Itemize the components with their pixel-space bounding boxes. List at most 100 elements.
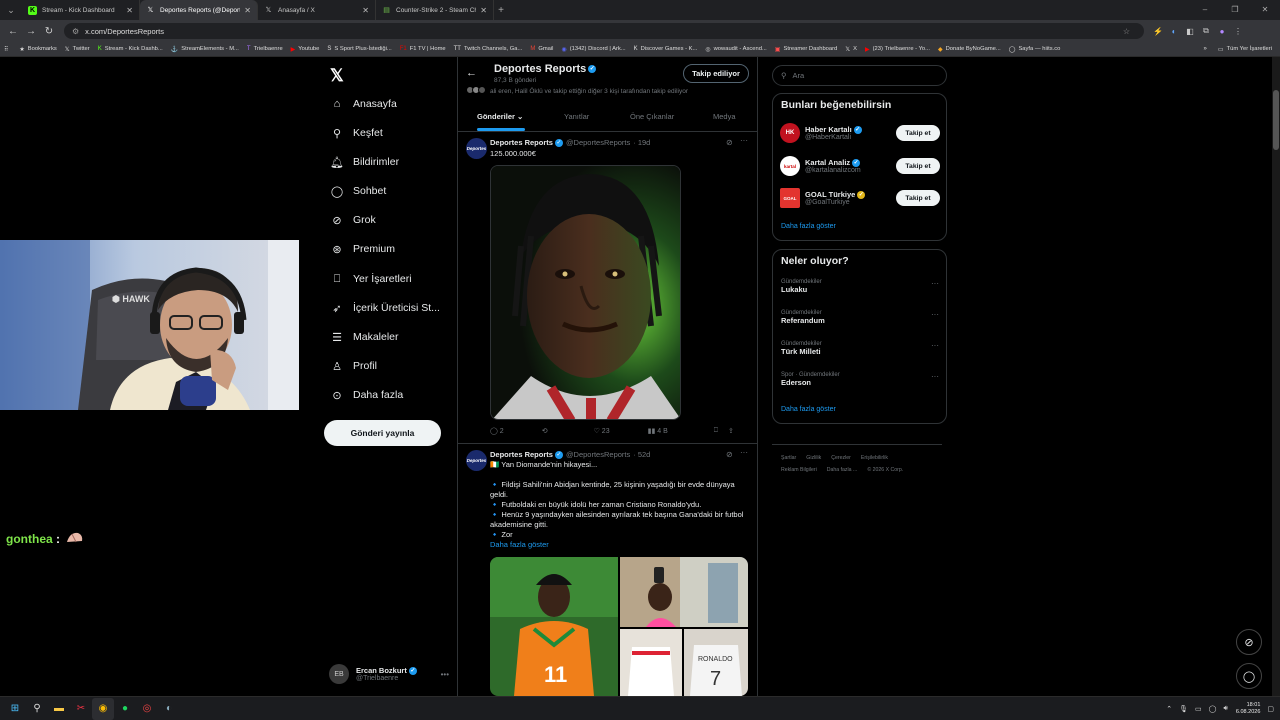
footer-link[interactable]: Gizlilik bbox=[806, 455, 821, 461]
avatar[interactable]: Deportes bbox=[466, 138, 487, 159]
grok-icon[interactable]: ⊘ bbox=[726, 138, 733, 147]
footer-link[interactable]: Erişilebilirlik bbox=[861, 455, 888, 461]
avatar[interactable]: Deportes bbox=[466, 450, 487, 471]
tab-replies[interactable]: Yanıtlar bbox=[564, 112, 589, 121]
bookmark-item[interactable]: M Gmail bbox=[530, 46, 553, 52]
grok-fab-icon[interactable]: ⊘ bbox=[1236, 629, 1262, 655]
reply-icon[interactable]: ◯ 2 bbox=[490, 427, 504, 435]
footer-link[interactable]: Daha fazla ... bbox=[827, 467, 858, 473]
headset-icon[interactable]: ◯ bbox=[1209, 705, 1217, 713]
search-icon[interactable]: ⚲ bbox=[26, 698, 48, 720]
nav-item-more[interactable]: ⊙ Daha fazla bbox=[330, 386, 403, 404]
footer-link[interactable]: Reklam Bilgileri bbox=[781, 467, 817, 473]
bookmark-item[interactable]: ◎ wowaudit - Ascend... bbox=[705, 46, 766, 53]
puzzle-icon[interactable]: ⧉ bbox=[1198, 26, 1214, 36]
footer-link[interactable]: Çerezler bbox=[831, 455, 851, 461]
search-input[interactable]: ⚲ Ara bbox=[772, 65, 947, 86]
more-options-icon[interactable]: ··· bbox=[740, 136, 748, 145]
tweet-time[interactable]: · 19d bbox=[633, 138, 650, 147]
bookmark-icon[interactable]: ⎕ bbox=[714, 427, 718, 435]
grok-icon[interactable]: ⊘ bbox=[726, 450, 733, 459]
browser-tab-kick[interactable]: K Stream - Kick Dashboard ✕ bbox=[22, 0, 140, 20]
network-icon[interactable]: ▭ bbox=[1195, 705, 1202, 713]
show-more-link[interactable]: Daha fazla göster bbox=[490, 540, 752, 550]
footer-link[interactable]: Şartlar bbox=[781, 455, 796, 461]
close-icon[interactable]: ✕ bbox=[480, 6, 487, 15]
close-icon[interactable]: ✕ bbox=[126, 6, 133, 15]
bookmark-item[interactable]: ◉ (1342) Discord | Ark... bbox=[561, 46, 625, 53]
nav-item-notifications[interactable]: 🔔︎ Bildirimler bbox=[330, 153, 399, 171]
messages-fab-icon[interactable]: ◯ bbox=[1236, 663, 1262, 689]
notifications-icon[interactable]: ▢ bbox=[1267, 705, 1274, 713]
bookmark-item[interactable]: 𝕏X bbox=[845, 46, 857, 53]
bookmark-item[interactable]: K Stream - Kick Dashb... bbox=[98, 46, 163, 52]
more-options-icon[interactable]: ··· bbox=[740, 448, 748, 457]
site-info-icon[interactable]: ⚙ bbox=[72, 27, 79, 36]
follow-button[interactable]: Takip et bbox=[896, 158, 940, 174]
share-icon[interactable]: ⇪ bbox=[728, 427, 734, 435]
post-button[interactable]: Gönderi yayınla bbox=[324, 420, 441, 446]
nav-item-articles[interactable]: ☰ Makaleler bbox=[330, 328, 398, 346]
bookmark-star-icon[interactable]: ☆ bbox=[1123, 27, 1130, 36]
menu-icon[interactable]: ⋮ bbox=[1230, 27, 1246, 36]
nav-item-creator-studio[interactable]: ➶ İçerik Üreticisi St... bbox=[330, 299, 440, 317]
new-tab-icon[interactable]: + bbox=[494, 5, 508, 16]
extension-icon[interactable]: ◐ bbox=[1166, 27, 1182, 36]
browser-tab-deportes[interactable]: 𝕏 Deportes Reports (@Deportes ✕ bbox=[140, 0, 258, 20]
tweet-image-grid[interactable]: 11 RONALDO 7 bbox=[490, 557, 748, 696]
x-logo-icon[interactable]: 𝕏 bbox=[330, 66, 344, 86]
bookmark-item[interactable]: SS Sport Plus-İstediği... bbox=[327, 46, 391, 52]
clock[interactable]: 18:01 6.08.2026 bbox=[1236, 702, 1260, 716]
browser-tab-steamcharts[interactable]: ▤ Counter-Strike 2 - Steam Charts ✕ bbox=[376, 0, 494, 20]
nav-item-premium[interactable]: ⊛ Premium bbox=[330, 240, 395, 258]
account-switcher[interactable]: EB Ercan Bozkurt ✓ @Trielbaenre ••• bbox=[329, 662, 449, 686]
nav-item-explore[interactable]: ⚲ Keşfet bbox=[330, 124, 383, 142]
microphone-icon[interactable]: 🎙︎ bbox=[1179, 705, 1188, 713]
tweet-author-handle[interactable]: @DeportesReports bbox=[566, 450, 630, 459]
spotify-icon[interactable]: ● bbox=[114, 698, 136, 720]
trend-item[interactable]: Gündemdekiler Lukaku ··· bbox=[781, 279, 941, 294]
tweet-author-handle[interactable]: @DeportesReports bbox=[566, 138, 630, 147]
follow-button[interactable]: Takip et bbox=[896, 125, 940, 141]
bookmark-item[interactable]: ◯ Sayfa — hiits.co bbox=[1009, 46, 1061, 53]
suggestion-item[interactable]: HK Haber Kartalı ✓ @HaberKartali Takip et bbox=[780, 123, 940, 143]
start-icon[interactable]: ⊞ bbox=[4, 698, 26, 720]
show-more-link[interactable]: Daha fazla göster bbox=[781, 223, 836, 230]
snipping-tool-icon[interactable]: ✂ bbox=[70, 698, 92, 720]
nav-item-chat[interactable]: ◯ Sohbet bbox=[330, 182, 386, 200]
all-bookmarks-folder[interactable]: ▭ Tüm Yer İşaretleri bbox=[1218, 46, 1272, 53]
nav-item-grok[interactable]: ⊘ Grok bbox=[330, 211, 375, 229]
close-window-icon[interactable]: ✕ bbox=[1250, 0, 1280, 20]
tab-search-icon[interactable]: ⌄ bbox=[4, 3, 18, 17]
restore-icon[interactable]: ❐ bbox=[1220, 0, 1250, 20]
trend-item[interactable]: Spor · Gündemdekiler Ederson ··· bbox=[781, 372, 941, 387]
scrollbar-thumb[interactable] bbox=[1273, 90, 1279, 150]
reload-icon[interactable]: ↻ bbox=[40, 26, 58, 37]
bookmark-item[interactable]: ▶ Youtube bbox=[291, 46, 320, 53]
tweet-image[interactable] bbox=[490, 165, 681, 420]
scrollbar[interactable] bbox=[1272, 57, 1280, 696]
bookmark-item[interactable]: TT Twitch Channels, Ga... bbox=[454, 46, 523, 52]
views-icon[interactable]: ▮▮ 4 B bbox=[648, 427, 668, 435]
tab-posts[interactable]: Gönderiler ⌄ bbox=[477, 112, 523, 121]
more-bookmarks-icon[interactable]: » bbox=[1204, 46, 1210, 52]
forward-icon[interactable]: → bbox=[22, 26, 40, 37]
tweet-author-name[interactable]: Deportes Reports bbox=[490, 138, 553, 147]
app-icon[interactable]: ◎ bbox=[136, 698, 158, 720]
trend-item[interactable]: Gündemdekiler Türk Milleti ··· bbox=[781, 341, 941, 356]
tweet-time[interactable]: · 52d bbox=[633, 450, 650, 459]
nav-item-bookmarks[interactable]: ⎕ Yer İşaretleri bbox=[330, 270, 412, 288]
steam-icon[interactable]: ◐ bbox=[158, 698, 180, 720]
suggestion-item[interactable]: GOAL GOAL Türkiye ✓ @GoalTurkiye Takip et bbox=[780, 188, 940, 208]
suggestion-item[interactable]: kartal Kartal Analiz ✓ @kartalanalizcom T… bbox=[780, 156, 940, 176]
bookmark-item[interactable]: ★ Bookmarks bbox=[19, 46, 56, 53]
following-button[interactable]: Takip ediliyor bbox=[683, 64, 749, 83]
close-icon[interactable]: ✕ bbox=[244, 6, 251, 15]
like-icon[interactable]: ♡ 23 bbox=[594, 427, 610, 435]
retweet-icon[interactable]: ⟲ bbox=[542, 427, 548, 435]
more-options-icon[interactable]: ··· bbox=[931, 279, 939, 288]
tab-highlights[interactable]: Öne Çıkanlar bbox=[630, 112, 674, 121]
tweet-author-name[interactable]: Deportes Reports bbox=[490, 450, 553, 459]
trend-item[interactable]: Gündemdekiler Referandum ··· bbox=[781, 310, 941, 325]
follow-button[interactable]: Takip et bbox=[896, 190, 940, 206]
